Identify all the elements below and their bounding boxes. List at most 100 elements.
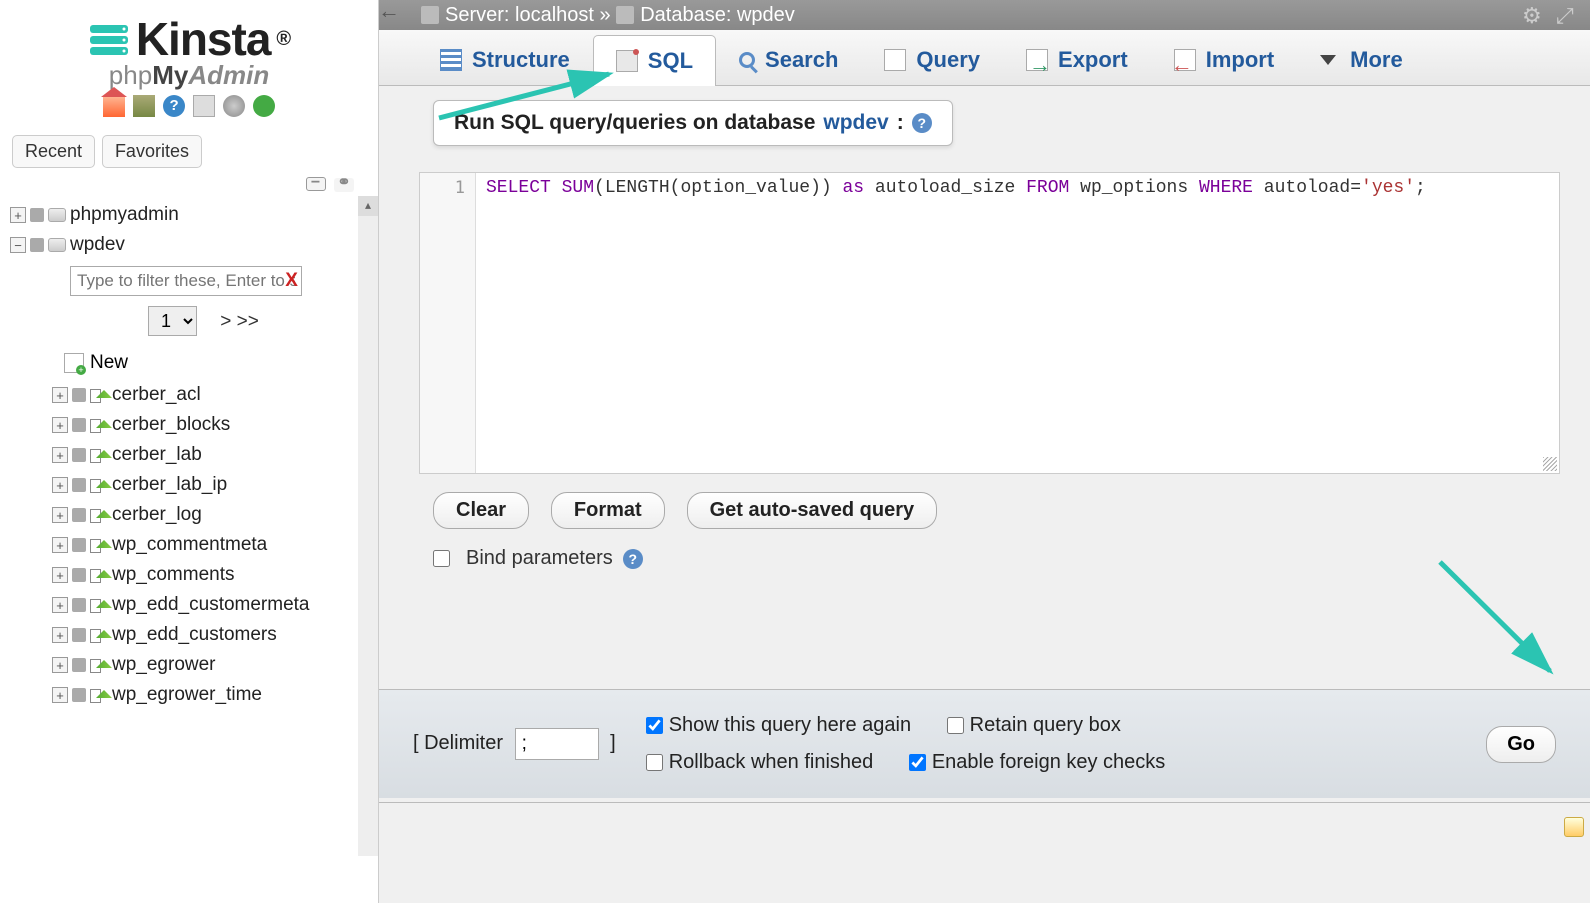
- table-label[interactable]: wp_edd_customers: [112, 624, 277, 646]
- db-item-phpmyadmin[interactable]: + phpmyadmin: [8, 200, 378, 230]
- table-row[interactable]: + cerber_acl: [8, 380, 378, 410]
- table-row[interactable]: + wp_edd_customermeta: [8, 590, 378, 620]
- table-row[interactable]: + wp_egrower: [8, 650, 378, 680]
- db-item-wpdev[interactable]: − wpdev: [8, 230, 378, 260]
- table-row[interactable]: + wp_egrower_time: [8, 680, 378, 710]
- logout-icon[interactable]: [133, 95, 155, 117]
- expand-icon[interactable]: +: [52, 537, 68, 553]
- breadcrumb-sep: »: [600, 4, 611, 27]
- scroll-up-icon[interactable]: ▴: [358, 196, 378, 216]
- clear-button[interactable]: Clear: [433, 492, 529, 529]
- phpmyadmin-logo: phpMyAdmin: [0, 60, 378, 91]
- table-label[interactable]: wp_edd_customermeta: [112, 594, 310, 616]
- filter-input[interactable]: [70, 266, 302, 296]
- table-icon: [90, 506, 108, 524]
- retain-box-checkbox[interactable]: [947, 717, 964, 734]
- tab-structure[interactable]: Structure: [417, 34, 593, 85]
- table-label[interactable]: cerber_blocks: [112, 414, 230, 436]
- server-name[interactable]: localhost: [515, 4, 594, 27]
- table-label[interactable]: cerber_log: [112, 504, 202, 526]
- expand-icon[interactable]: +: [52, 417, 68, 433]
- delimiter-input[interactable]: [515, 728, 599, 760]
- collapse-all-icon[interactable]: −: [306, 177, 326, 191]
- tab-search[interactable]: Search: [716, 34, 861, 85]
- sql-textarea[interactable]: SELECT SUM(LENGTH(option_value)) as auto…: [476, 173, 1559, 473]
- help-icon[interactable]: ?: [912, 113, 932, 133]
- console-icon[interactable]: [1564, 817, 1584, 837]
- expand-icon[interactable]: +: [52, 507, 68, 523]
- tab-more[interactable]: More: [1297, 34, 1426, 85]
- database-name[interactable]: wpdev: [737, 4, 795, 27]
- expand-icon[interactable]: +: [52, 657, 68, 673]
- kinsta-icon: [88, 18, 130, 60]
- help-icon[interactable]: ?: [623, 549, 643, 569]
- tab-import[interactable]: Import: [1151, 34, 1297, 85]
- tree-scrollbar[interactable]: ▴: [358, 196, 378, 856]
- expand-icon[interactable]: +: [52, 387, 68, 403]
- tab-query[interactable]: Query: [861, 34, 1003, 85]
- tab-export[interactable]: Export: [1003, 34, 1151, 85]
- favorites-button[interactable]: Favorites: [102, 135, 202, 168]
- rollback-checkbox[interactable]: [646, 754, 663, 771]
- expand-icon[interactable]: +: [52, 567, 68, 583]
- table-row[interactable]: + wp_edd_customers: [8, 620, 378, 650]
- pager-next[interactable]: > >>: [220, 311, 259, 332]
- new-table[interactable]: New: [64, 346, 378, 380]
- sql-icon: [616, 50, 638, 72]
- rollback-option[interactable]: Rollback when finished: [646, 751, 874, 773]
- topbar-arrow-icon[interactable]: ⤢: [1556, 3, 1580, 27]
- collapse-icon[interactable]: −: [10, 237, 26, 253]
- structure-icon: [440, 49, 462, 71]
- table-icon: [90, 566, 108, 584]
- resize-handle[interactable]: [1543, 457, 1557, 471]
- sidebar-collapse-icon[interactable]: ←: [378, 2, 400, 24]
- settings-icon[interactable]: [223, 95, 245, 117]
- table-row[interactable]: + cerber_lab_ip: [8, 470, 378, 500]
- db-label[interactable]: phpmyadmin: [70, 204, 179, 226]
- fk-checks-checkbox[interactable]: [909, 754, 926, 771]
- table-row[interactable]: + wp_commentmeta: [8, 530, 378, 560]
- fk-checks-option[interactable]: Enable foreign key checks: [909, 751, 1165, 773]
- autosaved-button[interactable]: Get auto-saved query: [687, 492, 938, 529]
- page-settings-icon[interactable]: ⚙: [1522, 3, 1546, 27]
- clear-filter-icon[interactable]: X: [285, 270, 298, 292]
- table-row[interactable]: + cerber_blocks: [8, 410, 378, 440]
- expand-icon[interactable]: +: [10, 207, 26, 223]
- expand-icon[interactable]: +: [52, 627, 68, 643]
- help-icon[interactable]: ?: [163, 95, 185, 117]
- tab-sql[interactable]: SQL: [593, 35, 716, 86]
- expand-icon[interactable]: +: [52, 687, 68, 703]
- kinsta-logo: Kinsta®: [88, 12, 290, 66]
- show-again-checkbox[interactable]: [646, 717, 663, 734]
- table-label[interactable]: cerber_lab_ip: [112, 474, 227, 496]
- recent-button[interactable]: Recent: [12, 135, 95, 168]
- go-button[interactable]: Go: [1486, 726, 1556, 763]
- show-again-option[interactable]: Show this query here again: [646, 714, 911, 736]
- table-label[interactable]: wp_egrower_time: [112, 684, 262, 706]
- reload-icon[interactable]: [253, 95, 275, 117]
- format-button[interactable]: Format: [551, 492, 665, 529]
- db-label[interactable]: wpdev: [70, 234, 125, 256]
- retain-box-option[interactable]: Retain query box: [947, 714, 1121, 736]
- expand-icon[interactable]: +: [52, 597, 68, 613]
- main-frame: ← Server: localhost » Database: wpdev ⚙ …: [378, 0, 1590, 903]
- delimiter-label: [ Delimiter: [413, 732, 503, 754]
- expand-icon[interactable]: +: [52, 477, 68, 493]
- home-icon[interactable]: [103, 95, 125, 117]
- bind-parameters-checkbox[interactable]: [433, 550, 450, 567]
- table-label[interactable]: wp_egrower: [112, 654, 216, 676]
- table-row[interactable]: + cerber_lab: [8, 440, 378, 470]
- table-label[interactable]: wp_comments: [112, 564, 235, 586]
- docs-icon[interactable]: [193, 95, 215, 117]
- page-select[interactable]: 1: [148, 306, 197, 336]
- table-label[interactable]: cerber_acl: [112, 384, 201, 406]
- sql-title-db[interactable]: wpdev: [823, 111, 888, 135]
- editor-buttons: Clear Format Get auto-saved query: [419, 492, 1560, 529]
- table-label[interactable]: cerber_lab: [112, 444, 202, 466]
- link-icon[interactable]: ⚭: [334, 178, 354, 192]
- table-row[interactable]: + cerber_log: [8, 500, 378, 530]
- table-label[interactable]: wp_commentmeta: [112, 534, 267, 556]
- expand-icon[interactable]: +: [52, 447, 68, 463]
- table-row[interactable]: + wp_comments: [8, 560, 378, 590]
- tbl-link-icon: [72, 628, 86, 642]
